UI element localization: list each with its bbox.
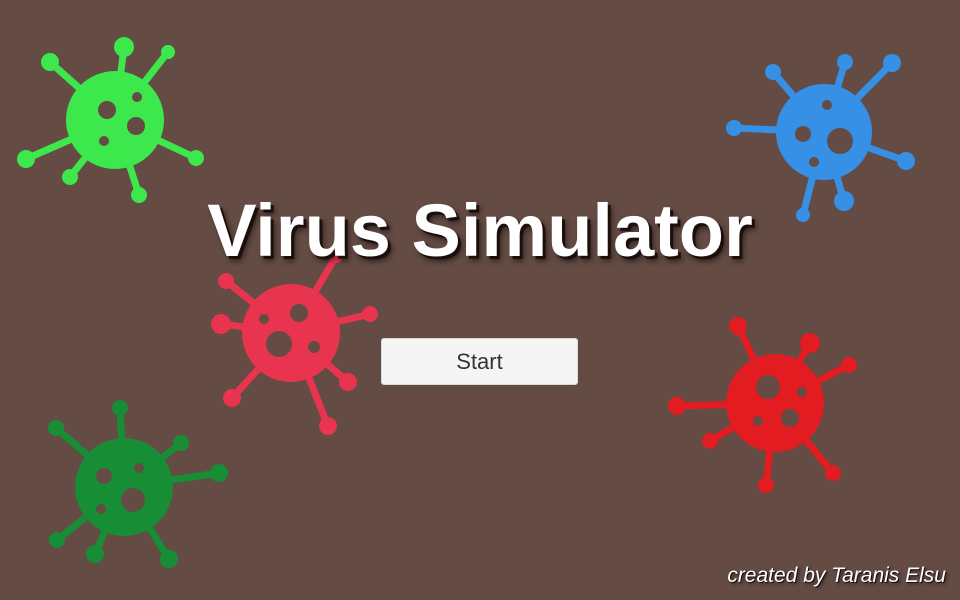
start-button[interactable]: Start [381, 338, 578, 385]
game-menu-screen: Virus Simulator Start created by Taranis… [0, 0, 960, 600]
credits-text: created by Taranis Elsu [727, 564, 946, 587]
virus-dark-green-icon [48, 400, 228, 568]
game-title: Virus Simulator [207, 189, 753, 272]
virus-red-icon [668, 317, 857, 493]
